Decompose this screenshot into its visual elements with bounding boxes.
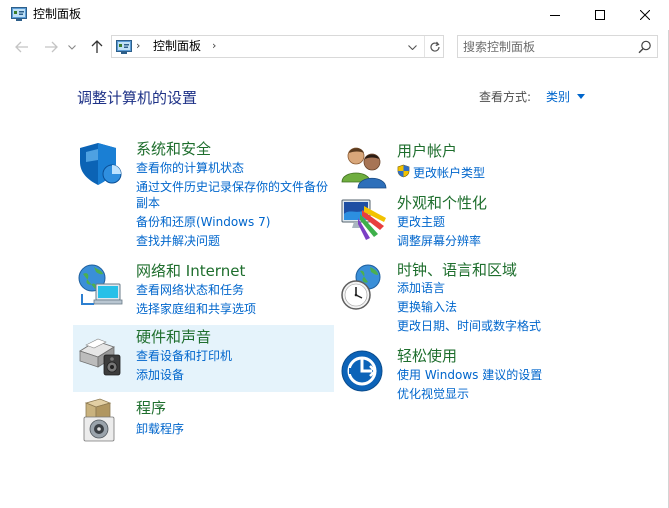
- search-box[interactable]: [457, 35, 658, 58]
- close-icon: [640, 10, 650, 20]
- uac-shield-icon: [397, 164, 410, 178]
- window-title: 控制面板: [33, 7, 82, 21]
- category-title-appearance[interactable]: 外观和个性化: [397, 194, 487, 212]
- category-title-hardware-sound[interactable]: 硬件和声音: [136, 328, 211, 346]
- view-by-label: 查看方式:: [479, 90, 532, 104]
- category-title-network-internet[interactable]: 网络和 Internet: [136, 262, 245, 280]
- forward-button[interactable]: [42, 38, 60, 56]
- minimize-button[interactable]: [532, 0, 578, 30]
- link-backup-restore[interactable]: 备份和还原(Windows 7): [136, 214, 270, 230]
- navigation-bar: › 控制面板 ›: [0, 30, 669, 64]
- maximize-icon: [595, 10, 605, 20]
- control-panel-app-icon: [11, 7, 27, 21]
- recent-locations-button[interactable]: [66, 38, 78, 56]
- category-hardware-sound[interactable]: 硬件和声音 查看设备和打印机 添加设备: [73, 325, 334, 392]
- title-bar[interactable]: 控制面板: [0, 0, 669, 30]
- chevron-down-icon: [68, 44, 76, 50]
- category-appearance: 外观和个性化 更改主题 调整屏幕分辨率: [338, 192, 600, 252]
- category-title-clock-region[interactable]: 时钟、语言和区域: [397, 261, 517, 279]
- refresh-icon: [429, 41, 440, 52]
- breadcrumb-separator[interactable]: ›: [212, 39, 216, 52]
- breadcrumb-separator[interactable]: ›: [136, 39, 140, 52]
- address-bar[interactable]: › 控制面板 ›: [111, 35, 444, 58]
- link-save-backup-file-history-cont[interactable]: 副本: [136, 195, 160, 211]
- network-globe-icon[interactable]: [76, 262, 124, 310]
- link-add-language[interactable]: 添加语言: [397, 280, 445, 296]
- arrow-up-icon: [91, 40, 103, 53]
- back-button[interactable]: [13, 38, 31, 56]
- search-input[interactable]: [463, 38, 631, 55]
- link-troubleshoot[interactable]: 查找并解决问题: [136, 233, 220, 249]
- maximize-button[interactable]: [577, 0, 623, 30]
- link-change-account-type[interactable]: 更改帐户类型: [413, 165, 485, 181]
- category-ease-of-access: 轻松使用 使用 Windows 建议的设置 优化视觉显示: [338, 345, 600, 405]
- link-save-backup-file-history[interactable]: 通过文件历史记录保存你的文件备份: [136, 179, 328, 195]
- chevron-down-icon: [407, 44, 417, 50]
- clock-globe-icon[interactable]: [340, 263, 388, 311]
- control-panel-icon: [116, 40, 132, 54]
- category-title-ease-of-access[interactable]: 轻松使用: [397, 347, 457, 365]
- search-icon[interactable]: [638, 40, 652, 54]
- shield-security-icon[interactable]: [76, 140, 124, 188]
- category-programs: 程序 卸载程序: [74, 397, 336, 447]
- category-system-security: 系统和安全 查看你的计算机状态 通过文件历史记录保存你的文件备份 副本 备份和还…: [74, 138, 336, 253]
- link-add-device[interactable]: 添加设备: [136, 367, 184, 383]
- up-button[interactable]: [88, 38, 106, 56]
- link-view-computer-status[interactable]: 查看你的计算机状态: [136, 160, 244, 176]
- arrow-right-icon: [45, 41, 58, 53]
- link-change-input-method[interactable]: 更换输入法: [397, 299, 457, 315]
- page-title: 调整计算机的设置: [77, 89, 198, 107]
- category-title-user-accounts[interactable]: 用户帐户: [397, 142, 457, 160]
- link-change-theme[interactable]: 更改主题: [397, 214, 445, 230]
- appearance-monitor-icon[interactable]: [340, 194, 388, 242]
- users-icon[interactable]: [340, 142, 388, 190]
- printer-speaker-icon[interactable]: [76, 329, 124, 377]
- caret-down-icon[interactable]: [577, 94, 585, 99]
- link-homegroup-sharing[interactable]: 选择家庭组和共享选项: [136, 301, 256, 317]
- control-panel-window: 控制面板 › 控制面板 › 搜索控制面板 调整计算机的设置 查看方式: 类别 系…: [0, 0, 669, 508]
- category-title-programs[interactable]: 程序: [136, 399, 166, 417]
- category-network-internet: 网络和 Internet 查看网络状态和任务 选择家庭组和共享选项: [74, 260, 336, 318]
- address-dropdown-button[interactable]: [405, 40, 419, 54]
- link-devices-printers[interactable]: 查看设备和打印机: [136, 348, 232, 364]
- link-uninstall-program[interactable]: 卸载程序: [136, 421, 184, 437]
- refresh-button[interactable]: [424, 36, 444, 57]
- category-clock-region: 时钟、语言和区域 添加语言 更换输入法 更改日期、时间或数字格式: [338, 259, 600, 337]
- link-optimize-visual-display[interactable]: 优化视觉显示: [397, 386, 469, 402]
- category-user-accounts: 用户帐户 更改帐户类型: [338, 140, 600, 189]
- arrow-left-icon: [15, 41, 28, 53]
- minimize-icon: [550, 15, 560, 16]
- ease-of-access-icon[interactable]: [340, 347, 388, 395]
- close-button[interactable]: [622, 0, 668, 30]
- link-view-network-status[interactable]: 查看网络状态和任务: [136, 282, 244, 298]
- view-by-dropdown[interactable]: 类别: [546, 89, 570, 105]
- link-use-recommended-settings[interactable]: 使用 Windows 建议的设置: [397, 367, 542, 383]
- programs-disc-icon[interactable]: [76, 397, 124, 445]
- breadcrumb-control-panel[interactable]: 控制面板: [153, 39, 201, 54]
- link-adjust-resolution[interactable]: 调整屏幕分辨率: [397, 233, 481, 249]
- category-title-system-security[interactable]: 系统和安全: [136, 140, 211, 158]
- link-change-date-time-format[interactable]: 更改日期、时间或数字格式: [397, 318, 541, 334]
